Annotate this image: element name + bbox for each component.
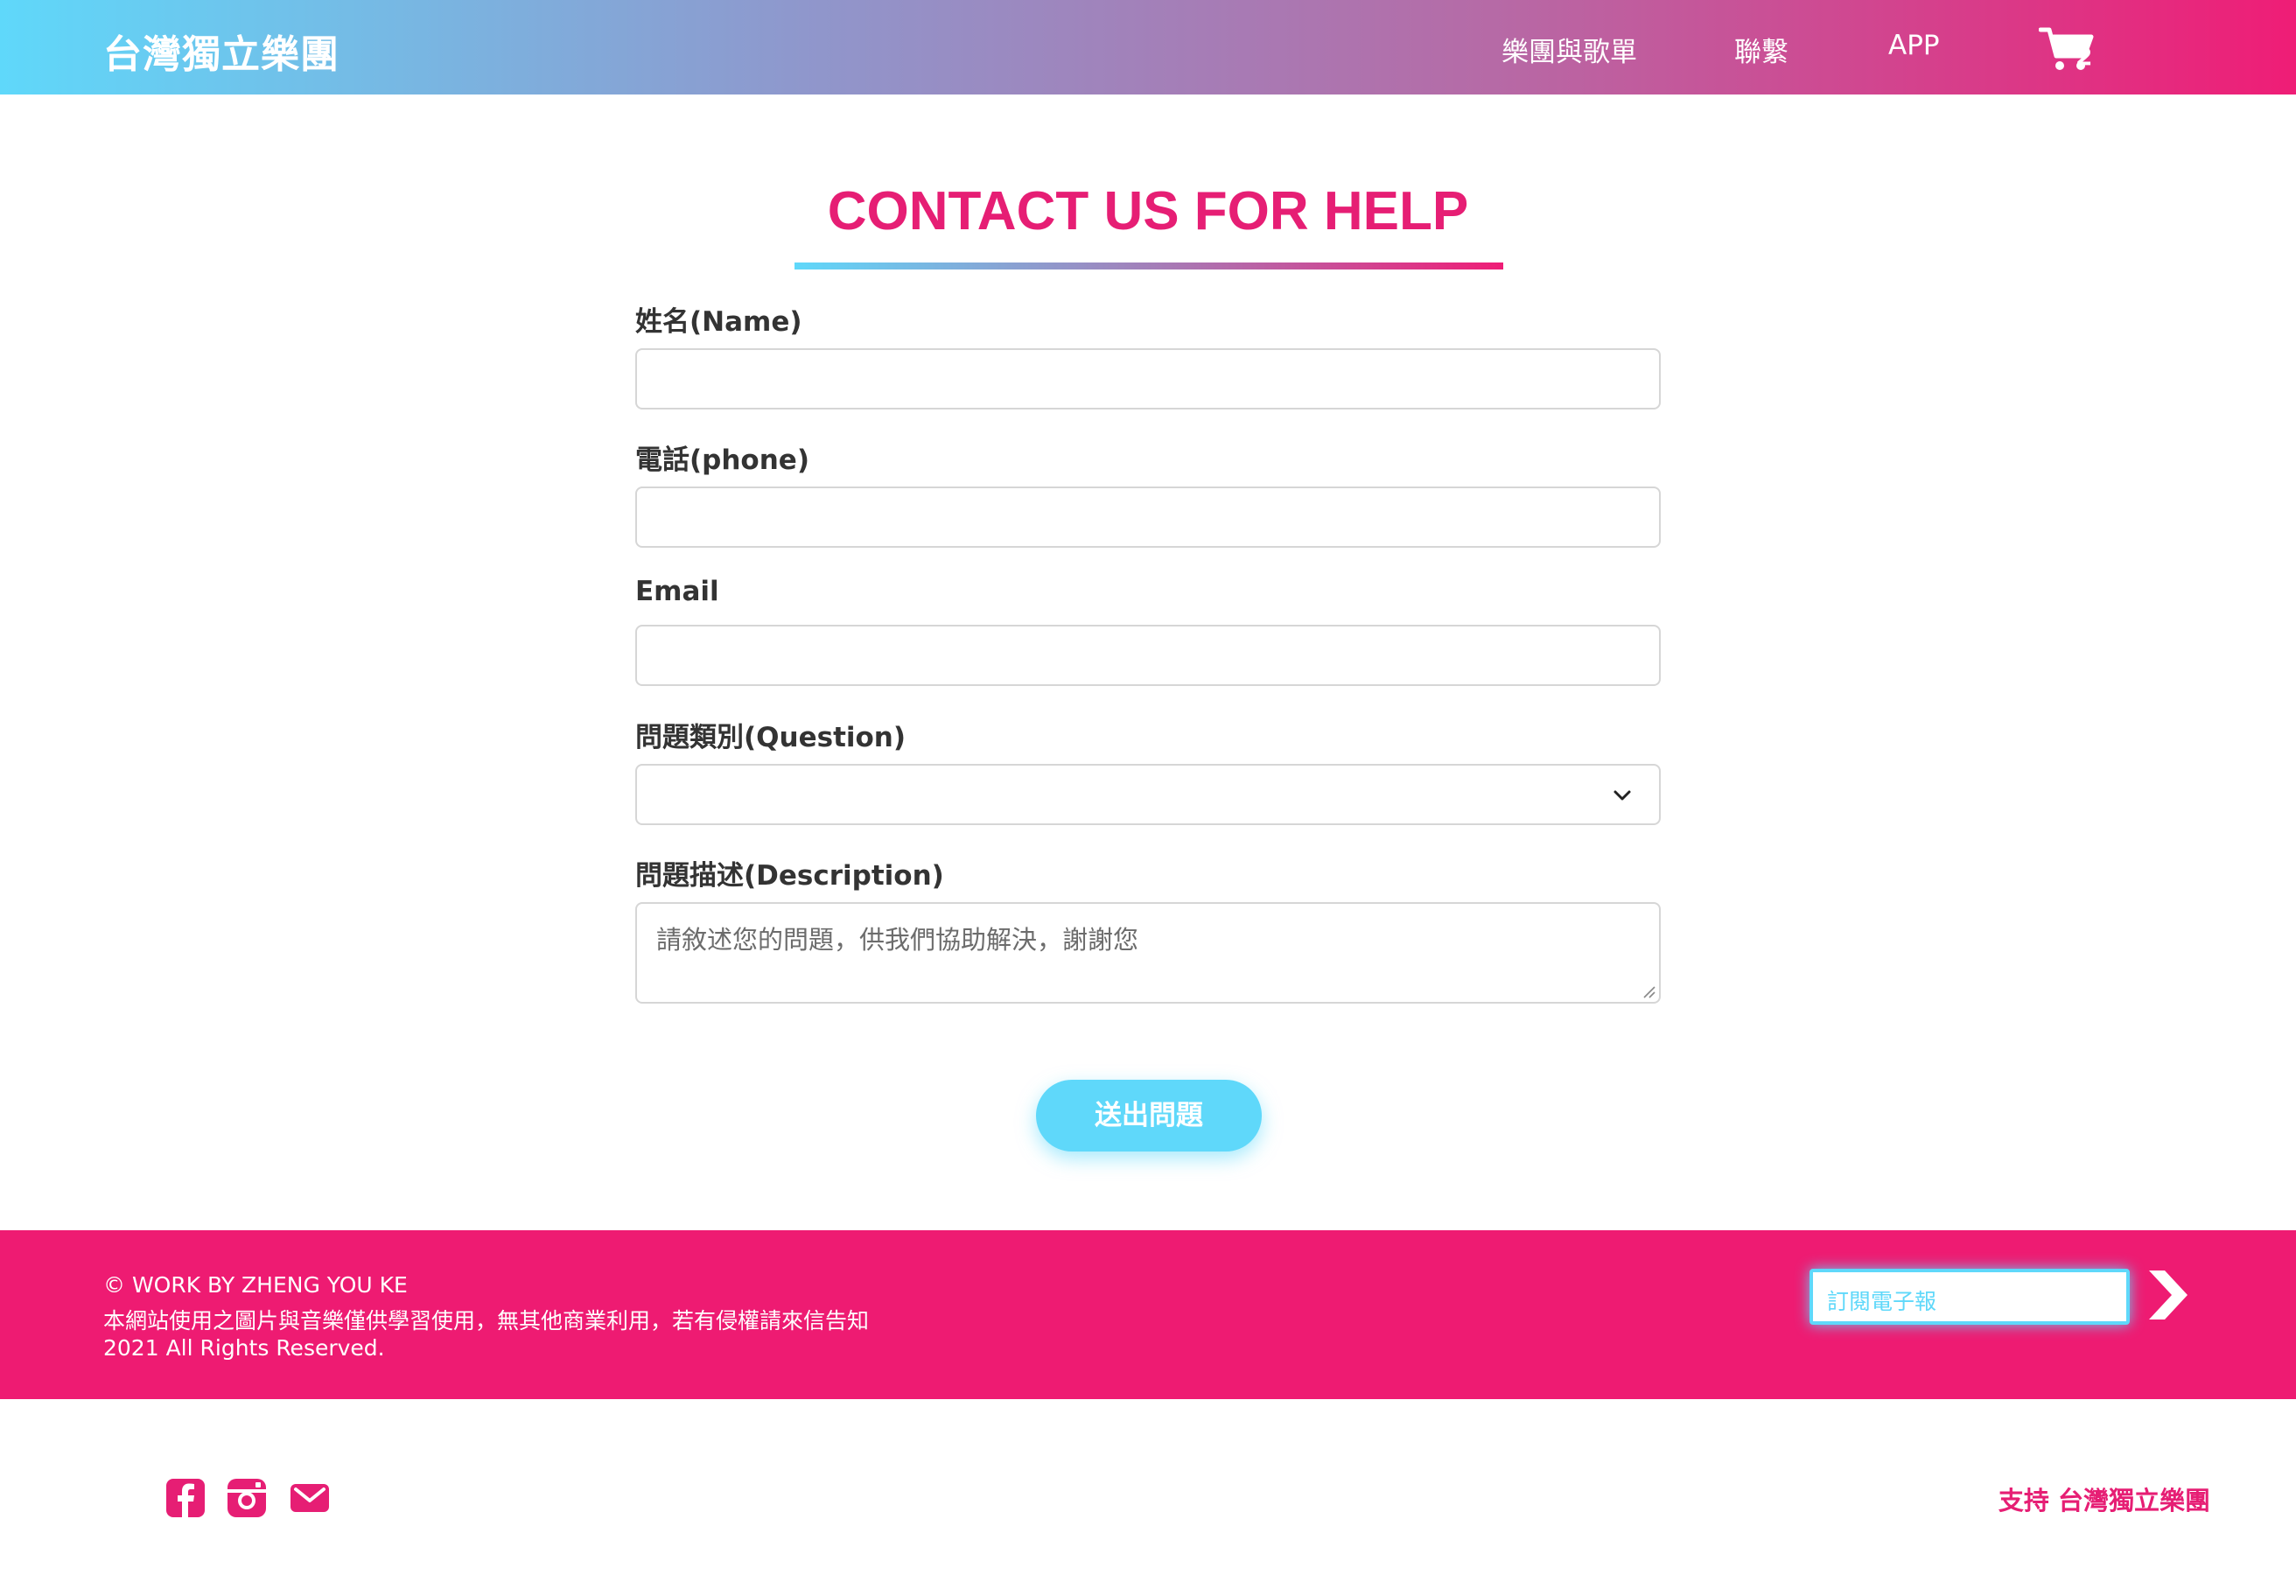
instagram-icon[interactable]	[226, 1477, 268, 1519]
newsletter-placeholder: 訂閱電子報	[1827, 1289, 1937, 1314]
phone-input[interactable]	[635, 486, 1661, 548]
chevron-down-icon	[1614, 790, 1631, 801]
top-navbar: 台灣獨立樂團 樂團與歌單 聯繫 APP 2	[0, 0, 2296, 94]
cart-count-badge: 2	[2076, 42, 2093, 71]
submit-button[interactable]: 送出問題	[1036, 1080, 1262, 1152]
title-underline	[794, 262, 1503, 270]
description-textarea[interactable]: 請敘述您的問題，供我們協助解決，謝謝您	[635, 902, 1661, 1004]
mail-icon[interactable]	[289, 1477, 331, 1519]
question-select[interactable]	[635, 764, 1661, 825]
email-label: Email	[635, 576, 719, 607]
description-placeholder: 請敘述您的問題，供我們協助解決，謝謝您	[656, 925, 1139, 955]
question-label: 問題類別(Question)	[635, 722, 906, 753]
nav-item-app[interactable]: APP	[1888, 30, 1940, 61]
nav-item-bands-songs[interactable]: 樂團與歌單	[1502, 30, 1637, 69]
footer-credit: © WORK BY ZHENG YOU KE	[103, 1272, 408, 1298]
phone-label: 電話(phone)	[635, 444, 809, 476]
email-input[interactable]	[635, 625, 1661, 686]
support-link[interactable]: 支持 台灣獨立樂團	[1998, 1480, 2210, 1517]
footer-copyright: 2021 All Rights Reserved.	[103, 1335, 385, 1361]
footer: © WORK BY ZHENG YOU KE 本網站使用之圖片與音樂僅供學習使用…	[0, 1230, 2296, 1399]
name-input[interactable]	[635, 348, 1661, 410]
nav-item-contact[interactable]: 聯繫	[1734, 30, 1788, 69]
resize-grip-icon[interactable]	[1642, 984, 1656, 998]
name-label: 姓名(Name)	[635, 306, 802, 338]
page-title: CONTACT US FOR HELP	[827, 181, 1469, 242]
brand-logo[interactable]: 台灣獨立樂團	[103, 23, 340, 79]
description-label: 問題描述(Description)	[635, 860, 944, 892]
chevron-right-icon[interactable]	[2144, 1267, 2193, 1323]
facebook-icon[interactable]	[164, 1477, 206, 1519]
newsletter-input[interactable]: 訂閱電子報	[1810, 1269, 2130, 1325]
footer-disclaimer: 本網站使用之圖片與音樂僅供學習使用，無其他商業利用，若有侵權請來信告知	[103, 1308, 870, 1334]
